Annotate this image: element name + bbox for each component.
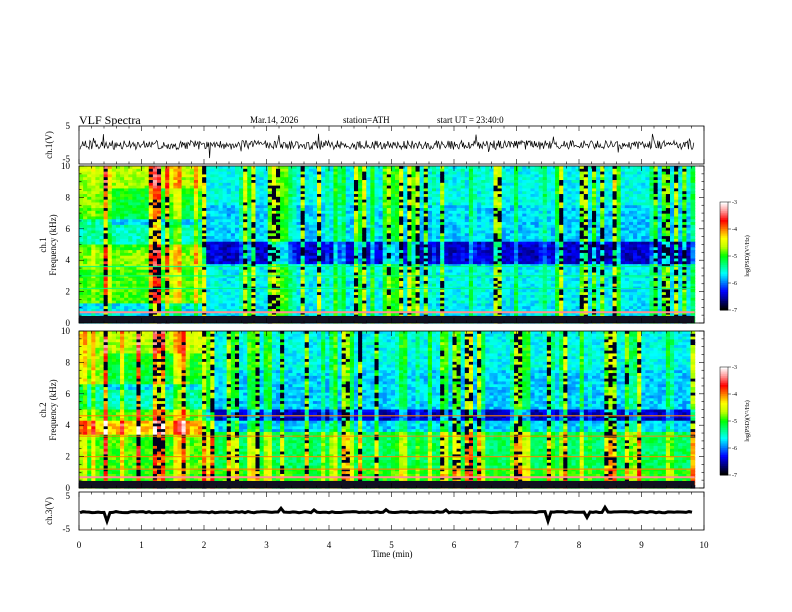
start-ut-label: start UT = 23:40:0: [437, 115, 504, 125]
figure-title: VLF Spectra: [79, 113, 141, 127]
ch1-waveform-ylabel: ch.1(V): [44, 131, 54, 159]
ch1-ytick-top: 5: [66, 121, 71, 131]
date-label: Mar.14, 2026: [250, 115, 299, 125]
station-label: station=ATH: [343, 115, 390, 125]
ch1-spectrogram-image: [79, 166, 696, 324]
ch1-spectrogram-panel: 0246810 ch.1 Frequency (kHz): [38, 161, 705, 328]
vlf-spectra-figure: VLF Spectra Mar.14, 2026 station=ATH sta…: [38, 113, 751, 559]
ch1-waveform-panel: 5 -5 ch.1(V): [44, 121, 705, 165]
